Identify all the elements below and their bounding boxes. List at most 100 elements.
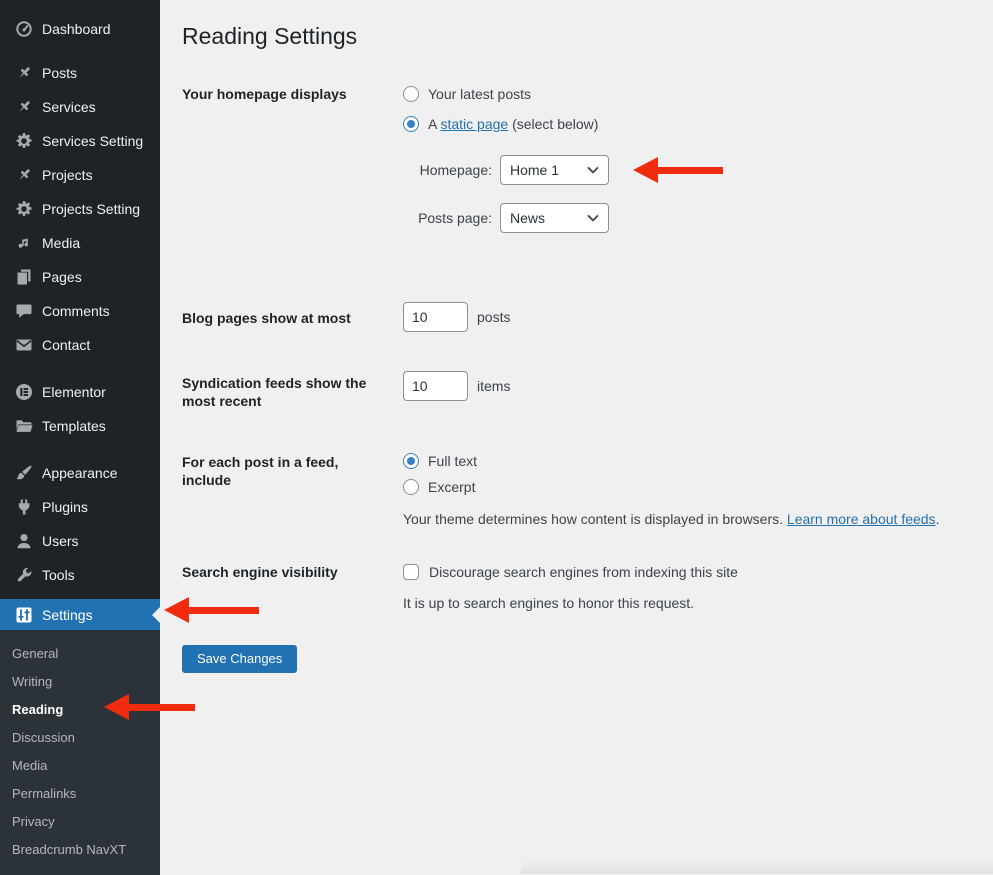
sidebar-item-templates[interactable]: Templates: [0, 409, 160, 443]
radio-label: Excerpt: [428, 479, 475, 495]
elementor-icon: [14, 382, 34, 402]
latest-posts-radio[interactable]: [403, 86, 419, 102]
media-icon: [14, 233, 34, 253]
pages-icon: [14, 267, 34, 287]
feed-description-text: Your theme determines how content is dis…: [403, 511, 787, 527]
submenu-item-discussion[interactable]: Discussion: [0, 723, 160, 751]
sidebar-item-media[interactable]: Media: [0, 226, 160, 260]
menu-separator: [0, 592, 160, 599]
static-page-link[interactable]: static page: [440, 116, 508, 132]
homepage-select[interactable]: Home 1: [500, 155, 609, 185]
row-label: For each post in a feed, include: [182, 450, 382, 528]
submenu-item-breadcrumb-navxt[interactable]: Breadcrumb NavXT: [0, 835, 160, 863]
discourage-checkbox[interactable]: [403, 564, 419, 580]
static-page-text: (select below): [508, 116, 598, 132]
discourage-choice: Discourage search engines from indexing …: [403, 560, 738, 584]
visibility-row: Search engine visibility Discourage sear…: [182, 560, 973, 612]
row-label: Your homepage displays: [182, 82, 382, 251]
static-page-radio[interactable]: [403, 116, 419, 132]
sidebar-item-label: Comments: [42, 303, 110, 319]
submenu-item-label: Media: [12, 758, 47, 773]
submenu-item-label: Privacy: [12, 814, 55, 829]
row-control: posts: [403, 302, 510, 332]
sidebar-item-users[interactable]: Users: [0, 524, 160, 558]
select-value: Home 1: [510, 162, 559, 178]
submenu-item-general[interactable]: General: [0, 639, 160, 667]
sidebar-item-label: Tools: [42, 567, 75, 583]
sidebar-item-comments[interactable]: Comments: [0, 294, 160, 328]
save-changes-button[interactable]: Save Changes: [182, 645, 297, 673]
posts-page-select-row: Posts page: News: [403, 203, 609, 233]
menu-separator: [0, 46, 160, 56]
sidebar-item-label: Settings: [42, 607, 93, 623]
sidebar-item-settings[interactable]: Settings: [0, 599, 160, 630]
visibility-description: It is up to search engines to honor this…: [403, 594, 738, 612]
submenu-item-permalinks[interactable]: Permalinks: [0, 779, 160, 807]
reading-settings-page: Reading Settings Your homepage displays …: [160, 0, 993, 874]
dashboard-icon: [14, 19, 34, 39]
syndication-row: Syndication feeds show the most recent i…: [182, 371, 973, 410]
row-control: Full text Excerpt Your theme determines …: [403, 450, 939, 528]
menu-separator: [0, 362, 160, 375]
sidebar-item-label: Services Setting: [42, 133, 143, 149]
submenu-item-label: Writing: [12, 674, 52, 689]
gear-icon: [14, 131, 34, 151]
blog-pages-input[interactable]: [403, 302, 468, 332]
submenu-item-privacy[interactable]: Privacy: [0, 807, 160, 835]
pushpin-icon: [14, 97, 34, 117]
submenu-item-label: Discussion: [12, 730, 75, 745]
blog-pages-row: Blog pages show at most posts: [182, 302, 973, 332]
submenu-item-media[interactable]: Media: [0, 751, 160, 779]
settings-icon: [14, 605, 34, 625]
paintbrush-icon: [14, 463, 34, 483]
menu-separator: [0, 443, 160, 456]
posts-page-select[interactable]: News: [500, 203, 609, 233]
sidebar-item-plugins[interactable]: Plugins: [0, 490, 160, 524]
sidebar-item-posts[interactable]: Posts: [0, 56, 160, 90]
learn-more-feeds-link[interactable]: Learn more about feeds: [787, 511, 936, 527]
submenu-item-writing[interactable]: Writing: [0, 667, 160, 695]
sidebar-item-label: Services: [42, 99, 96, 115]
homepage-select-label: Homepage:: [403, 162, 492, 178]
sidebar-item-contact[interactable]: Contact: [0, 328, 160, 362]
admin-sidebar: Dashboard Posts Services Services Settin…: [0, 0, 160, 874]
syndication-input[interactable]: [403, 371, 468, 401]
sidebar-item-projects[interactable]: Projects: [0, 158, 160, 192]
row-label: Syndication feeds show the most recent: [182, 371, 382, 410]
sidebar-item-dashboard[interactable]: Dashboard: [0, 12, 160, 46]
window-shadow: [520, 858, 993, 874]
chevron-down-icon: [587, 166, 599, 174]
radio-label: Full text: [428, 453, 477, 469]
submenu-item-label: General: [12, 646, 58, 661]
comments-icon: [14, 301, 34, 321]
checkbox-label: Discourage search engines from indexing …: [429, 564, 738, 580]
sidebar-item-label: Contact: [42, 337, 90, 353]
feed-content-row: For each post in a feed, include Full te…: [182, 450, 973, 528]
sidebar-item-services[interactable]: Services: [0, 90, 160, 124]
envelope-icon: [14, 335, 34, 355]
sidebar-item-appearance[interactable]: Appearance: [0, 456, 160, 490]
settings-submenu: General Writing Reading Discussion Media…: [0, 630, 160, 875]
sidebar-item-label: Appearance: [42, 465, 118, 481]
sidebar-item-pages[interactable]: Pages: [0, 260, 160, 294]
submenu-item-label: Permalinks: [12, 786, 76, 801]
folder-icon: [14, 416, 34, 436]
full-text-radio[interactable]: [403, 453, 419, 469]
sidebar-item-projects-setting[interactable]: Projects Setting: [0, 192, 160, 226]
sidebar-item-label: Users: [42, 533, 79, 549]
page-select-group: Homepage: Home 1 Posts page: News: [403, 155, 609, 233]
feed-description: Your theme determines how content is dis…: [403, 510, 939, 528]
sidebar-item-elementor[interactable]: Elementor: [0, 375, 160, 409]
excerpt-radio[interactable]: [403, 479, 419, 495]
submenu-item-label: Breadcrumb NavXT: [12, 842, 126, 857]
latest-posts-choice: Your latest posts: [403, 82, 609, 106]
sidebar-item-tools[interactable]: Tools: [0, 558, 160, 592]
row-control: Your latest posts A static page (select …: [403, 82, 609, 251]
submenu-item-reading[interactable]: Reading: [0, 695, 160, 723]
sidebar-item-services-setting[interactable]: Services Setting: [0, 124, 160, 158]
sidebar-item-label: Projects Setting: [42, 201, 140, 217]
radio-label: A static page (select below): [428, 116, 598, 132]
homepage-select-row: Homepage: Home 1: [403, 155, 609, 185]
posts-page-select-label: Posts page:: [403, 210, 492, 226]
sidebar-item-label: Templates: [42, 418, 106, 434]
